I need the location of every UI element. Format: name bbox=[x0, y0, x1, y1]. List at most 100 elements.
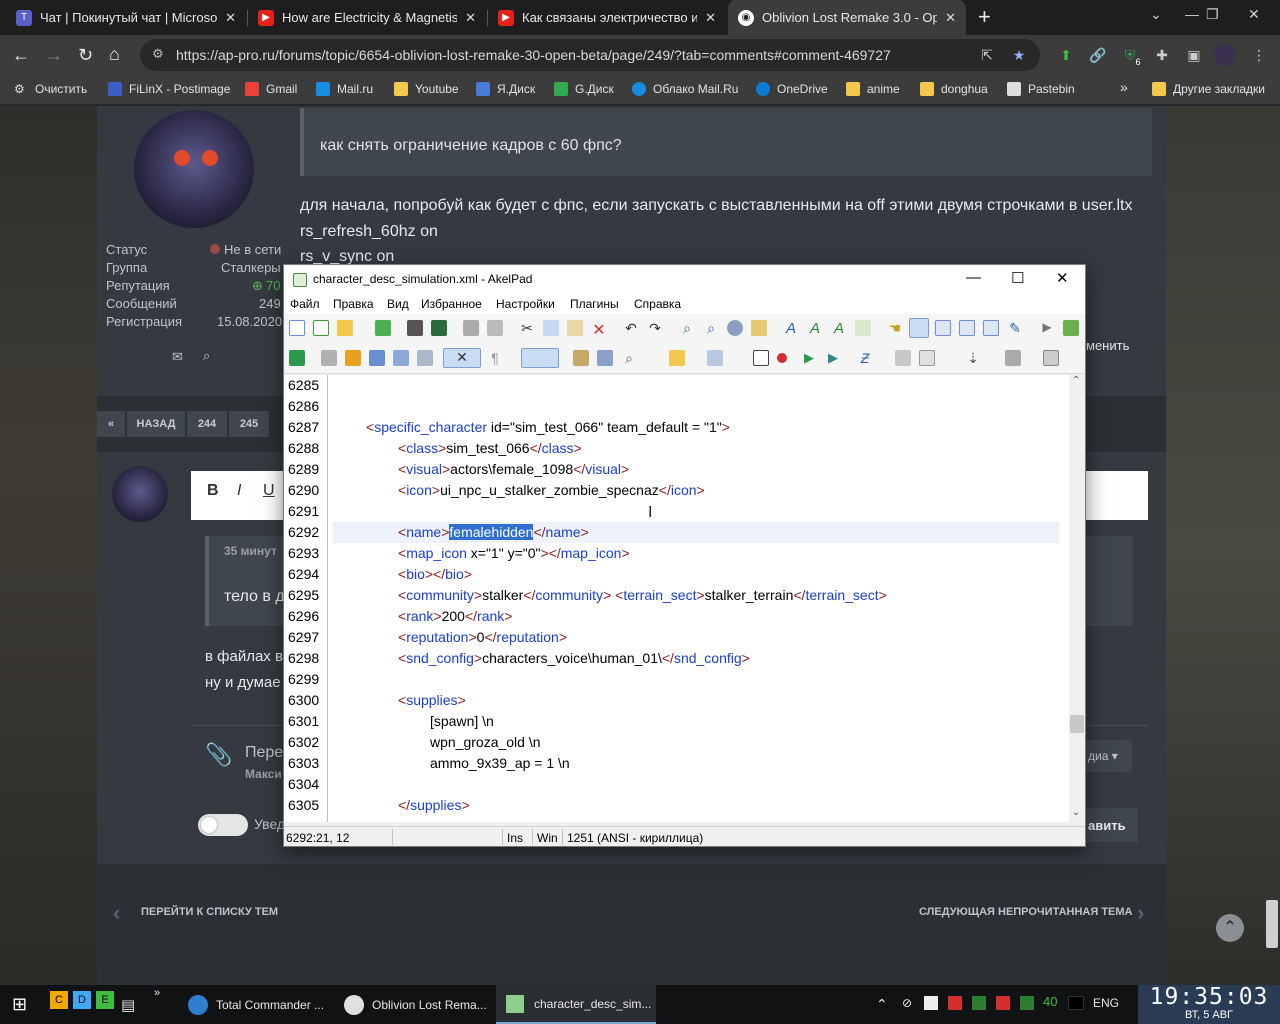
close-icon[interactable]: ✕ bbox=[225, 10, 236, 26]
print-icon[interactable] bbox=[463, 320, 479, 336]
zoom-icon[interactable]: ⌕ bbox=[621, 350, 637, 366]
bookmark-star-icon[interactable]: ★ bbox=[1010, 46, 1028, 64]
site-settings-icon[interactable]: ⚙ bbox=[152, 46, 164, 62]
home-icon[interactable]: ⌂ bbox=[109, 44, 120, 65]
font-plus-icon[interactable]: A bbox=[807, 320, 823, 337]
italic-icon[interactable]: I bbox=[237, 482, 241, 500]
side-panel-icon[interactable]: ▣ bbox=[1185, 46, 1203, 64]
arrow-up-extension-icon[interactable]: ⬆ bbox=[1057, 46, 1075, 64]
submit-button[interactable]: авить bbox=[1086, 808, 1138, 842]
redo-icon[interactable]: ↷ bbox=[647, 320, 663, 336]
cut-icon[interactable]: ✂ bbox=[519, 320, 535, 336]
bookmark-other[interactable]: Другие закладки bbox=[1152, 82, 1265, 96]
bold-icon[interactable]: B bbox=[207, 482, 219, 500]
clipboard-icon[interactable] bbox=[573, 350, 589, 366]
font-minus-icon[interactable]: A bbox=[831, 320, 847, 337]
reply-text-line[interactable]: ну и думае bbox=[205, 674, 281, 691]
scroll-top-icon[interactable]: ⌃ bbox=[1216, 914, 1244, 942]
nav-topic-list[interactable]: ПЕРЕЙТИ К СПИСКУ ТЕМ bbox=[141, 906, 278, 918]
taskbar-browser[interactable]: Oblivion Lost Rema... bbox=[338, 985, 492, 1024]
tray-window-icon[interactable] bbox=[924, 996, 938, 1010]
bookmark-clear[interactable]: ⚙ Очистить bbox=[14, 82, 87, 96]
close-window-icon[interactable]: ✕ bbox=[1248, 6, 1260, 23]
scrollbar-thumb[interactable] bbox=[1070, 715, 1084, 733]
drive-e-shortcut[interactable]: E bbox=[96, 991, 114, 1009]
reopen-icon[interactable] bbox=[375, 320, 391, 336]
kebab-menu-icon[interactable]: ⋮ bbox=[1250, 46, 1268, 64]
menu-file[interactable]: Файл bbox=[290, 297, 320, 311]
codepage[interactable]: 1251 (ANSI - кириллица) bbox=[567, 831, 703, 845]
numbering-icon[interactable] bbox=[1043, 350, 1059, 366]
tray-monitor-icon[interactable] bbox=[996, 996, 1010, 1010]
play-multi-icon[interactable]: ▶ bbox=[825, 350, 841, 366]
search-icon[interactable]: ⌕ bbox=[203, 348, 210, 364]
find-icon[interactable]: ⌕ bbox=[679, 320, 695, 336]
paste-icon[interactable] bbox=[567, 320, 583, 336]
new-file-icon[interactable] bbox=[289, 320, 305, 336]
media-button[interactable]: диа ▾ bbox=[1086, 740, 1132, 772]
find-next-icon[interactable]: ⌕ bbox=[703, 320, 719, 336]
link-extension-icon[interactable]: 🔗 bbox=[1089, 46, 1107, 64]
drive-c-shortcut[interactable]: C bbox=[50, 991, 68, 1009]
play-macro-icon[interactable]: ▶ bbox=[801, 350, 817, 366]
bookmark-anime[interactable]: anime bbox=[846, 82, 900, 96]
close-icon[interactable]: ✕ bbox=[465, 10, 476, 26]
tree-icon[interactable] bbox=[417, 350, 433, 366]
overflow-icon[interactable]: » bbox=[154, 985, 160, 1001]
edit-link[interactable]: менить bbox=[1086, 338, 1129, 353]
play-icon[interactable]: ▶ bbox=[1039, 320, 1055, 336]
pagination-back[interactable]: НАЗАД bbox=[127, 411, 185, 437]
undo-icon[interactable]: ↶ bbox=[623, 320, 639, 336]
chevron-down-icon[interactable]: ⌄ bbox=[1150, 6, 1162, 23]
bookmark-youtube[interactable]: Youtube bbox=[394, 82, 459, 96]
column-icon[interactable] bbox=[1005, 350, 1021, 366]
bookmark-mailru[interactable]: Mail.ru bbox=[316, 82, 373, 96]
insert-mode[interactable]: Ins bbox=[507, 831, 523, 845]
minimize-icon[interactable]: — bbox=[966, 269, 981, 286]
close-icon[interactable]: ✕ bbox=[705, 10, 716, 26]
goto-icon[interactable] bbox=[751, 320, 767, 336]
forward-icon[interactable]: → bbox=[45, 45, 63, 66]
split-v-icon[interactable] bbox=[959, 320, 975, 336]
pagination-page[interactable]: 245 bbox=[229, 411, 269, 437]
menu-view[interactable]: Вид bbox=[387, 297, 409, 311]
record-icon[interactable] bbox=[777, 353, 787, 363]
tray-monitor-icon[interactable] bbox=[1020, 996, 1034, 1010]
menu-plugins[interactable]: Плагины bbox=[570, 297, 619, 311]
tab-teams-chat[interactable]: T Чат | Покинутый чат | Microsoft ✕ bbox=[6, 0, 246, 35]
new-window-icon[interactable] bbox=[313, 320, 329, 336]
tray-counter[interactable]: 40 bbox=[1043, 994, 1057, 1009]
vertical-scrollbar[interactable]: ⌃ ⌄ bbox=[1069, 375, 1085, 822]
envelope-icon[interactable]: ✉ bbox=[172, 349, 183, 365]
tools-icon[interactable]: ✎ bbox=[1007, 320, 1023, 336]
paste-special-icon[interactable] bbox=[597, 350, 613, 366]
tray-monitor-icon[interactable] bbox=[948, 996, 962, 1010]
new-tab-button[interactable]: + bbox=[978, 4, 991, 30]
print-preview-icon[interactable] bbox=[487, 320, 503, 336]
clock[interactable]: 19:35:03 ВТ, 5 АВГ bbox=[1138, 985, 1280, 1024]
clone-icon[interactable] bbox=[895, 350, 911, 366]
word-wrap-icon[interactable] bbox=[909, 318, 929, 338]
format-icon[interactable] bbox=[369, 350, 385, 366]
replace-icon[interactable] bbox=[727, 320, 743, 336]
underline-icon[interactable]: U bbox=[263, 482, 275, 500]
xml-close-icon[interactable]: ✕ bbox=[443, 348, 481, 368]
menu-help[interactable]: Справка bbox=[634, 297, 681, 311]
paperclip-tray-icon[interactable]: ⊘ bbox=[902, 996, 912, 1010]
copy-icon[interactable] bbox=[543, 320, 559, 336]
profile-avatar[interactable] bbox=[1214, 44, 1236, 66]
tab-youtube-electricity-ru[interactable]: ▶ Как связаны электричество и м ✕ bbox=[488, 0, 726, 35]
open-folder-icon[interactable] bbox=[337, 320, 353, 336]
maximize-icon[interactable]: ☐ bbox=[1011, 269, 1024, 287]
share-icon[interactable]: ⇱ bbox=[978, 46, 996, 64]
editor-area[interactable]: 6285 6286 6287 6288 6289 6290 6291 6292 … bbox=[284, 375, 1069, 822]
tray-black-icon[interactable] bbox=[1068, 996, 1084, 1010]
menu-settings[interactable]: Настройки bbox=[496, 297, 555, 311]
delete-icon[interactable]: ✕ bbox=[591, 320, 607, 339]
pagination-first[interactable]: « bbox=[97, 411, 125, 437]
reload-icon[interactable]: ↻ bbox=[78, 45, 93, 66]
nav-next-unread[interactable]: СЛЕДУЮЩАЯ НЕПРОЧИТАННАЯ ТЕМА bbox=[919, 906, 1133, 918]
highlight-icon[interactable] bbox=[345, 350, 361, 366]
avatar[interactable] bbox=[134, 110, 254, 228]
bookmark-gdisk[interactable]: G.Диск bbox=[554, 82, 614, 96]
